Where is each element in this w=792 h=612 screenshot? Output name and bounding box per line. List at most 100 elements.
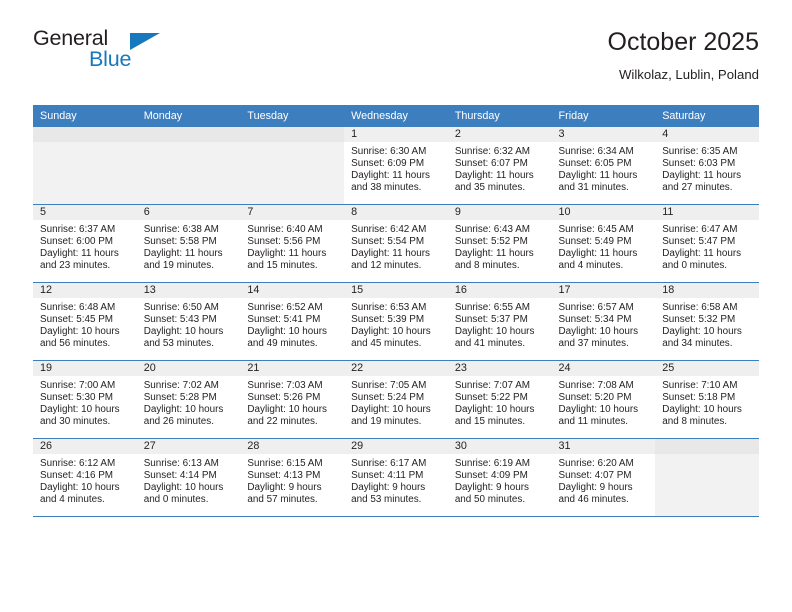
- sunset-time: Sunset: 5:18 PM: [662, 391, 736, 403]
- daylight-duration-line2: and 0 minutes.: [143, 493, 209, 505]
- calendar-day-cell[interactable]: 26 Sunrise: 6:12 AM Sunset: 4:16 PM Dayligh…: [33, 438, 137, 517]
- day-number: 3: [551, 127, 656, 142]
- calendar-day-cell[interactable]: 25 Sunrise: 7:10 AM Sunset: 5:18 PM Dayligh…: [655, 360, 759, 439]
- calendar-cell-empty: [655, 438, 759, 517]
- daylight-duration-line1: Daylight: 10 hours: [40, 403, 120, 415]
- calendar-day-cell[interactable]: 23 Sunrise: 7:07 AM Sunset: 5:22 PM Dayligh…: [447, 360, 552, 439]
- calendar-day-cell[interactable]: 4 Sunrise: 6:35 AM Sunset: 6:03 PM Daylight…: [655, 127, 759, 205]
- calendar-day-cell[interactable]: 29 Sunrise: 6:17 AM Sunset: 4:11 PM Dayligh…: [344, 438, 448, 517]
- weekday-header-sunday: Sunday: [33, 105, 137, 127]
- sunrise-time: Sunrise: 6:30 AM: [351, 146, 427, 157]
- day-number: [240, 127, 345, 142]
- day-number: 27: [136, 439, 241, 454]
- sunset-time: Sunset: 5:41 PM: [247, 313, 321, 325]
- sunset-time: Sunset: 5:30 PM: [40, 391, 114, 403]
- daylight-duration-line2: and 15 minutes.: [247, 259, 318, 271]
- day-number: 14: [240, 283, 345, 298]
- calendar-day-cell[interactable]: 24 Sunrise: 7:08 AM Sunset: 5:20 PM Dayligh…: [551, 360, 656, 439]
- daylight-duration-line1: Daylight: 10 hours: [351, 325, 431, 337]
- daylight-duration-line2: and 19 minutes.: [143, 259, 214, 271]
- calendar-grid: Sunday Monday Tuesday Wednesday Thursday…: [33, 105, 759, 517]
- masthead: General Blue October 2025 Wilkolaz, Lubl…: [33, 27, 759, 98]
- daylight-duration-line2: and 22 minutes.: [247, 415, 318, 427]
- calendar-day-cell[interactable]: 31 Sunrise: 6:20 AM Sunset: 4:07 PM Dayligh…: [551, 438, 656, 517]
- logo-triangle-icon: [130, 33, 160, 50]
- sunset-time: Sunset: 5:34 PM: [558, 313, 632, 325]
- day-details: Sunrise: 6:34 AM Sunset: 6:05 PM Daylight:…: [552, 142, 656, 194]
- calendar-day-cell[interactable]: 18 Sunrise: 6:58 AM Sunset: 5:32 PM Dayligh…: [655, 282, 759, 361]
- calendar-day-cell[interactable]: 22 Sunrise: 7:05 AM Sunset: 5:24 PM Dayligh…: [344, 360, 448, 439]
- calendar-day-cell[interactable]: 19 Sunrise: 7:00 AM Sunset: 5:30 PM Dayligh…: [33, 360, 137, 439]
- sunset-time: Sunset: 5:45 PM: [40, 313, 114, 325]
- calendar-day-cell[interactable]: 2 Sunrise: 6:32 AM Sunset: 6:07 PM Daylight…: [447, 127, 552, 205]
- daylight-duration-line1: Daylight: 11 hours: [351, 169, 430, 181]
- calendar-day-cell[interactable]: 6 Sunrise: 6:38 AM Sunset: 5:58 PM Daylight…: [136, 204, 241, 283]
- sunset-time: Sunset: 5:47 PM: [662, 235, 736, 247]
- calendar-day-cell[interactable]: 16 Sunrise: 6:55 AM Sunset: 5:37 PM Dayligh…: [447, 282, 552, 361]
- day-number: 18: [655, 283, 759, 298]
- daylight-duration-line2: and 49 minutes.: [247, 337, 318, 349]
- day-details: Sunrise: 7:08 AM Sunset: 5:20 PM Daylight:…: [552, 376, 656, 428]
- day-number: 4: [655, 127, 759, 142]
- day-details: Sunrise: 6:42 AM Sunset: 5:54 PM Daylight:…: [344, 220, 448, 272]
- day-number: 29: [344, 439, 448, 454]
- day-details: Sunrise: 6:52 AM Sunset: 5:41 PM Daylight:…: [240, 298, 344, 350]
- calendar-day-cell[interactable]: 1 Sunrise: 6:30 AM Sunset: 6:09 PM Daylight…: [344, 127, 448, 205]
- weekday-header-friday: Friday: [551, 105, 656, 127]
- calendar-day-cell[interactable]: 30 Sunrise: 6:19 AM Sunset: 4:09 PM Dayligh…: [447, 438, 552, 517]
- calendar-day-cell[interactable]: 5 Sunrise: 6:37 AM Sunset: 6:00 PM Daylight…: [33, 204, 137, 283]
- daylight-duration-line1: Daylight: 10 hours: [558, 325, 639, 337]
- general-blue-logo[interactable]: General Blue: [33, 27, 233, 84]
- day-details: Sunrise: 6:38 AM Sunset: 5:58 PM Daylight:…: [137, 220, 241, 272]
- weekday-header-row: Sunday Monday Tuesday Wednesday Thursday…: [33, 105, 759, 127]
- calendar-day-cell[interactable]: 11 Sunrise: 6:47 AM Sunset: 5:47 PM Dayligh…: [655, 204, 759, 283]
- day-number: [33, 127, 137, 142]
- day-number: 2: [447, 127, 552, 142]
- sunrise-time: Sunrise: 6:38 AM: [143, 224, 219, 235]
- calendar-day-cell[interactable]: 15 Sunrise: 6:53 AM Sunset: 5:39 PM Dayligh…: [344, 282, 448, 361]
- day-number: 7: [240, 205, 345, 220]
- calendar-day-cell[interactable]: 13 Sunrise: 6:50 AM Sunset: 5:43 PM Dayligh…: [136, 282, 241, 361]
- calendar-day-cell[interactable]: 8 Sunrise: 6:42 AM Sunset: 5:54 PM Daylight…: [344, 204, 448, 283]
- daylight-duration-line1: Daylight: 11 hours: [662, 169, 742, 181]
- day-number: [655, 439, 759, 454]
- calendar-cell-empty: [33, 127, 137, 205]
- daylight-duration-line2: and 30 minutes.: [40, 415, 111, 427]
- calendar-day-cell[interactable]: 20 Sunrise: 7:02 AM Sunset: 5:28 PM Dayligh…: [136, 360, 241, 439]
- day-details: Sunrise: 6:48 AM Sunset: 5:45 PM Daylight:…: [33, 298, 137, 350]
- sunrise-time: Sunrise: 6:57 AM: [558, 302, 634, 313]
- calendar-cell-empty: [136, 127, 241, 205]
- calendar-day-cell[interactable]: 21 Sunrise: 7:03 AM Sunset: 5:26 PM Dayligh…: [240, 360, 345, 439]
- sunrise-time: Sunrise: 6:34 AM: [558, 146, 634, 157]
- sunset-time: Sunset: 5:43 PM: [143, 313, 217, 325]
- daylight-duration-line1: Daylight: 11 hours: [143, 247, 223, 259]
- calendar-day-cell[interactable]: 7 Sunrise: 6:40 AM Sunset: 5:56 PM Daylight…: [240, 204, 345, 283]
- day-details: Sunrise: 6:43 AM Sunset: 5:52 PM Daylight:…: [448, 220, 552, 272]
- daylight-duration-line1: Daylight: 10 hours: [454, 325, 535, 337]
- daylight-duration-line1: Daylight: 11 hours: [558, 247, 638, 259]
- weekday-header-tuesday: Tuesday: [240, 105, 345, 127]
- calendar-day-cell[interactable]: 14 Sunrise: 6:52 AM Sunset: 5:41 PM Dayligh…: [240, 282, 345, 361]
- calendar-day-cell[interactable]: 12 Sunrise: 6:48 AM Sunset: 5:45 PM Dayligh…: [33, 282, 137, 361]
- day-details: Sunrise: 6:55 AM Sunset: 5:37 PM Daylight:…: [448, 298, 552, 350]
- daylight-duration-line1: Daylight: 10 hours: [143, 481, 224, 493]
- daylight-duration-line1: Daylight: 9 hours: [558, 481, 633, 493]
- calendar-day-cell[interactable]: 10 Sunrise: 6:45 AM Sunset: 5:49 PM Dayligh…: [551, 204, 656, 283]
- sunset-time: Sunset: 5:56 PM: [247, 235, 321, 247]
- sunrise-time: Sunrise: 6:42 AM: [351, 224, 427, 235]
- calendar-day-cell[interactable]: 9 Sunrise: 6:43 AM Sunset: 5:52 PM Daylight…: [447, 204, 552, 283]
- calendar-cell-empty: [240, 127, 345, 205]
- daylight-duration-line2: and 35 minutes.: [454, 181, 526, 193]
- calendar-day-cell[interactable]: 27 Sunrise: 6:13 AM Sunset: 4:14 PM Dayligh…: [136, 438, 241, 517]
- day-number: 31: [551, 439, 656, 454]
- sunrise-time: Sunrise: 6:40 AM: [247, 224, 323, 235]
- daylight-duration-line2: and 11 minutes.: [558, 415, 629, 427]
- day-number: 12: [33, 283, 137, 298]
- calendar-day-cell[interactable]: 17 Sunrise: 6:57 AM Sunset: 5:34 PM Dayligh…: [551, 282, 656, 361]
- calendar-day-cell[interactable]: 28 Sunrise: 6:15 AM Sunset: 4:13 PM Dayligh…: [240, 438, 345, 517]
- day-number: 15: [344, 283, 448, 298]
- calendar-week-row: 1 Sunrise: 6:30 AM Sunset: 6:09 PM Daylight…: [33, 127, 759, 205]
- daylight-duration-line1: Daylight: 10 hours: [558, 403, 639, 415]
- sunrise-time: Sunrise: 7:03 AM: [247, 380, 323, 391]
- calendar-day-cell[interactable]: 3 Sunrise: 6:34 AM Sunset: 6:05 PM Daylight…: [551, 127, 656, 205]
